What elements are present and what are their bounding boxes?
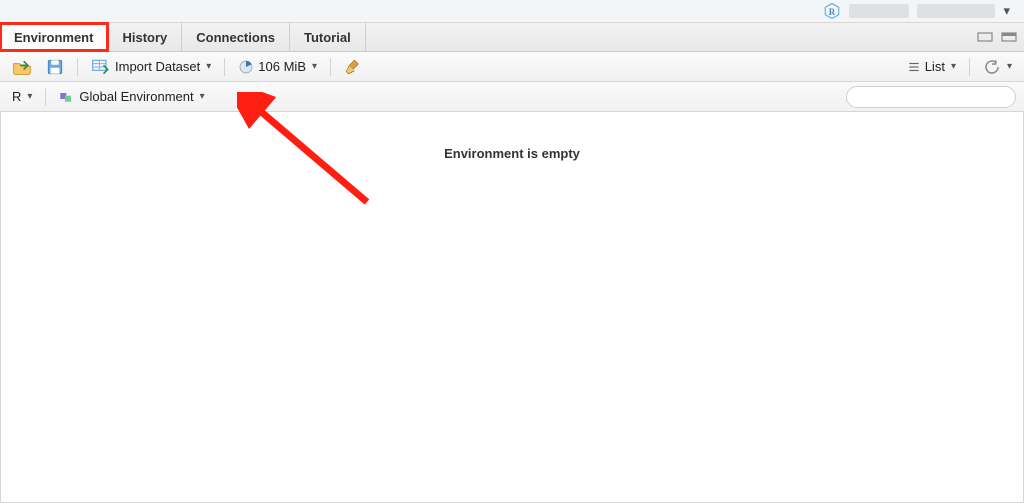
refresh-button[interactable]: ▾	[979, 56, 1016, 78]
tab-environment[interactable]: Environment	[0, 23, 108, 51]
env-toolbar-1: Import Dataset ▾ 106 MiB ▾ List ▾ ▾	[0, 52, 1024, 82]
environment-content: Environment is empty	[0, 112, 1024, 503]
language-label: R	[12, 89, 21, 104]
grid-import-icon	[91, 58, 111, 76]
toolbar-separator	[330, 58, 331, 76]
menu-placeholder-1	[849, 4, 909, 18]
chevron-down-icon: ▾	[206, 61, 211, 72]
env-toolbar-2: R ▾ Global Environment ▾	[0, 82, 1024, 112]
memory-usage-button[interactable]: 106 MiB ▾	[234, 56, 321, 78]
svg-text:R: R	[829, 7, 836, 17]
toolbar-separator	[45, 88, 46, 106]
tab-label: Connections	[196, 30, 275, 45]
empty-environment-message: Environment is empty	[1, 146, 1023, 161]
tab-connections[interactable]: Connections	[182, 23, 290, 51]
list-icon	[907, 60, 921, 74]
maximize-pane-icon[interactable]	[1000, 31, 1018, 43]
load-workspace-button[interactable]	[8, 56, 36, 78]
tab-history[interactable]: History	[108, 23, 182, 51]
chevron-down-icon: ▾	[27, 91, 32, 102]
chevron-down-icon: ▾	[951, 61, 956, 72]
memory-usage-label: 106 MiB	[258, 59, 306, 74]
search-input[interactable]	[859, 90, 1014, 104]
save-workspace-button[interactable]	[42, 56, 68, 78]
r-logo-icon: R	[823, 2, 841, 20]
toolbar-separator	[77, 58, 78, 76]
menu-strip: R ▾	[0, 0, 1024, 22]
tab-label: Tutorial	[304, 30, 351, 45]
import-dataset-label: Import Dataset	[115, 59, 200, 74]
pie-icon	[238, 59, 254, 75]
refresh-icon	[983, 58, 1001, 76]
environment-scope-label: Global Environment	[79, 89, 193, 104]
broom-icon	[344, 58, 362, 76]
view-mode-label: List	[925, 59, 945, 74]
search-env[interactable]	[846, 86, 1016, 108]
language-select[interactable]: R ▾	[8, 86, 36, 108]
tab-label: Environment	[14, 30, 93, 45]
menu-placeholder-2	[917, 4, 995, 18]
pane-menu-icon[interactable]	[976, 31, 994, 43]
view-mode-button[interactable]: List ▾	[903, 56, 960, 78]
chevron-down-icon: ▾	[312, 61, 317, 72]
tab-tutorial[interactable]: Tutorial	[290, 23, 366, 51]
environment-scope-select[interactable]: Global Environment ▾	[55, 86, 208, 108]
clear-workspace-button[interactable]	[340, 56, 366, 78]
toolbar-separator	[969, 58, 970, 76]
chevron-down-icon: ▾	[1007, 61, 1012, 72]
tab-label: History	[122, 30, 167, 45]
pane-tabs: Environment History Connections Tutorial	[0, 22, 1024, 52]
env-scope-icon	[59, 90, 75, 104]
toolbar-separator	[224, 58, 225, 76]
import-dataset-button[interactable]: Import Dataset ▾	[87, 56, 215, 78]
menu-dropdown-caret[interactable]: ▾	[1003, 3, 1010, 19]
chevron-down-icon: ▾	[200, 91, 205, 102]
